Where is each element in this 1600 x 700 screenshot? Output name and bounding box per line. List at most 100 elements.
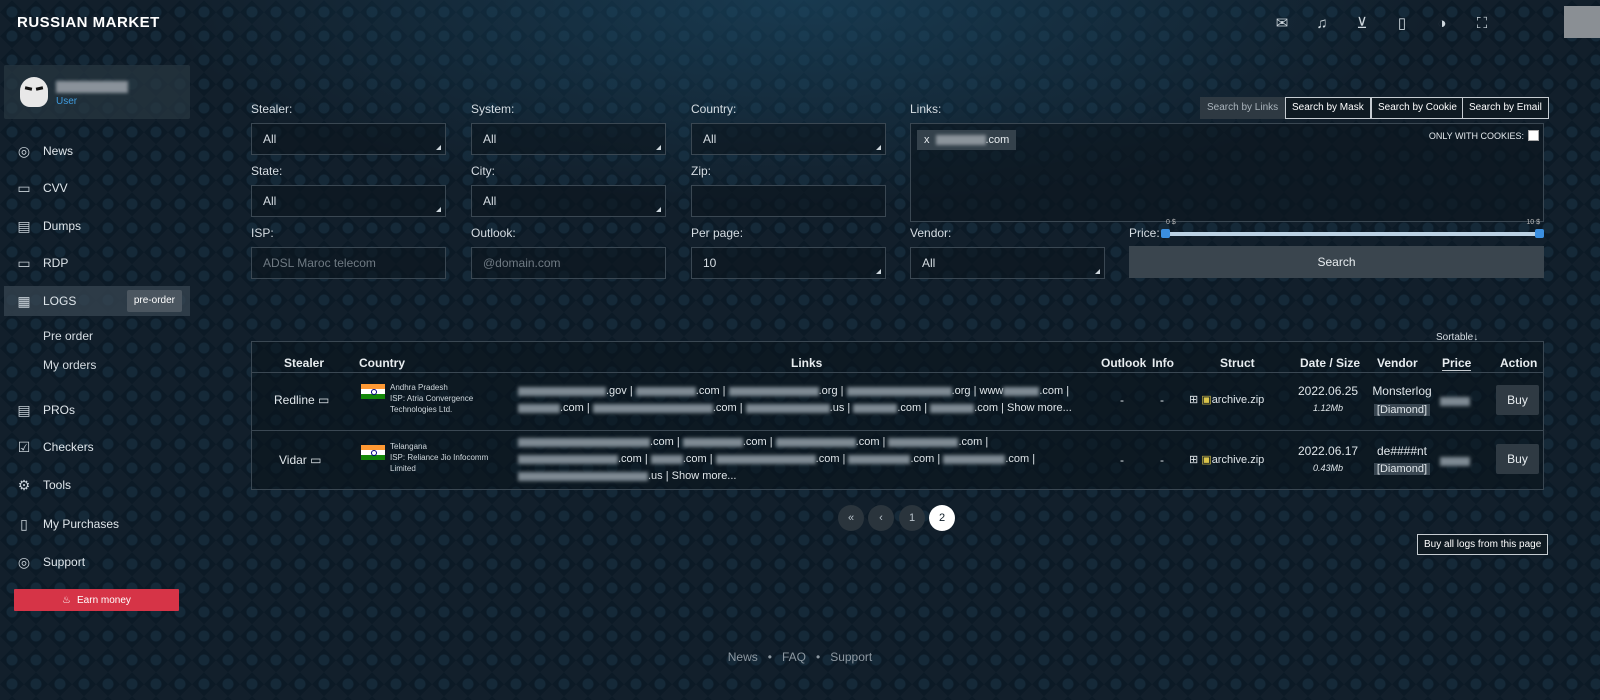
search-by-cookie-button[interactable]: Search by Cookie [1371,97,1464,119]
col-date-size: Date / Size [1300,356,1361,370]
pre-order-badge[interactable]: pre-order [126,290,182,312]
sidebar-item-label: My Purchases [43,517,120,531]
struct-file: archive.zip [1211,454,1265,466]
row1-country: Andhra Pradesh ISP: Atria Convergence Te… [390,382,473,415]
sidebar-item-tools[interactable]: ⚙ Tools [4,470,190,500]
state-label: State: [251,164,283,178]
country-label: Country: [691,102,737,116]
stealer-name: Vidar [279,453,307,467]
link-chip[interactable]: x .com [917,130,1017,150]
col-price-sortable[interactable]: Price [1442,356,1472,371]
support-icon: ◎ [17,553,31,570]
sidebar-item-label: Checkers [43,440,94,454]
earn-money-button[interactable]: ♨ Earn money [14,589,179,611]
page-1-button[interactable]: 1 [899,505,925,531]
show-more-link[interactable]: Show more... [672,470,737,482]
zip-field[interactable] [691,185,886,217]
row1-buy-button[interactable]: Buy [1496,385,1539,415]
desktop-icon: ▭ [310,453,322,467]
sidebar-item-cvv[interactable]: ▭ CVV [4,173,190,203]
account-avatar[interactable] [1564,6,1600,38]
row1-vendor[interactable]: Monsterlog [1366,384,1438,398]
country-select[interactable]: All [691,123,886,155]
redacted-domain [935,135,986,145]
row1-date: 2022.06.25 [1298,384,1359,398]
footer-news-link[interactable]: News [718,650,768,664]
search-by-email-button[interactable]: Search by Email [1462,97,1549,119]
sidebar-item-support[interactable]: ◎ Support [4,547,190,577]
bag-icon[interactable]: ▯ [1382,12,1422,34]
isp-field[interactable]: ADSL Maroc telecom [251,247,446,279]
outlook-label: Outlook: [471,226,516,240]
row2-struct[interactable]: ⊞ ▣archive.zip [1189,453,1264,466]
desktop-icon: ▭ [318,393,330,407]
sidebar-item-logs[interactable]: ▦ LOGS pre-order [4,286,190,316]
sidebar-item-label: News [43,144,74,158]
subnav-pre-order[interactable]: Pre order [43,329,93,343]
col-country: Country [359,356,405,370]
sidebar-item-rdp[interactable]: ▭ RDP [4,248,190,278]
row1-size: 1.12Mb [1312,403,1344,413]
cart-icon[interactable]: ⊻ [1342,12,1382,34]
only-with-cookies-checkbox[interactable] [1528,130,1539,141]
city-select[interactable]: All [471,185,666,217]
stealer-select[interactable]: All [251,123,446,155]
per-page-select[interactable]: 10 [691,247,886,279]
footer-faq-link[interactable]: FAQ [772,650,816,664]
bell-icon[interactable]: ♫ [1302,12,1342,34]
col-outlook: Outlook [1101,356,1147,370]
search-by-mask-button[interactable]: Search by Mask [1285,97,1371,119]
state-select[interactable]: All [251,185,446,217]
isp-line: ISP: Atria Convergence [390,394,474,403]
top-toolbar: ✉ ♫ ⊻ ▯ ◑ ⛶ [1262,12,1502,34]
avatar [20,77,48,107]
sidebar-item-label: Support [43,555,86,569]
sidebar-item-my-purchases[interactable]: ▯ My Purchases [4,509,190,539]
chip-remove-icon[interactable]: x [924,130,930,150]
col-info: Info [1152,356,1174,370]
palette-icon[interactable]: ◑ [1422,12,1462,34]
page-2-button[interactable]: 2 [929,505,955,531]
plus-icon[interactable]: ⊞ [1189,454,1198,466]
zip-label: Zip: [691,164,712,178]
vendor-select[interactable]: All [910,247,1105,279]
footer-support-link[interactable]: Support [820,650,882,664]
row1-struct[interactable]: ⊞ ▣archive.zip [1189,393,1264,406]
plus-icon[interactable]: ⊞ [1189,394,1198,406]
check-icon: ☑ [17,438,31,455]
region: Telangana [390,442,427,451]
india-flag-icon [361,384,385,399]
outlook-field[interactable]: @domain.com [471,247,666,279]
system-select[interactable]: All [471,123,666,155]
page-prev-button[interactable]: ‹ [868,505,894,531]
row2-outlook: - [1120,453,1124,467]
row2-buy-button[interactable]: Buy [1496,444,1539,474]
price-slider[interactable]: 0 $ 10 $ [1161,219,1544,238]
row-divider [252,430,1543,431]
show-more-link[interactable]: Show more... [1007,402,1072,414]
search-by-links-button[interactable]: Search by Links [1200,97,1286,119]
logs-table: Stealer Country Links Outlook Info Struc… [251,341,1544,490]
subnav-my-orders[interactable]: My orders [43,358,96,372]
row2-price [1440,454,1470,468]
price-min-label: 0 $ [1166,219,1176,226]
price-min-handle[interactable] [1161,229,1170,238]
price-max-handle[interactable] [1535,229,1544,238]
col-vendor: Vendor [1377,356,1418,370]
search-button[interactable]: Search [1129,246,1544,278]
fullscreen-icon[interactable]: ⛶ [1462,12,1502,34]
mail-icon[interactable]: ✉ [1262,12,1302,34]
brand-logo[interactable]: RUSSIAN MARKET [17,14,160,31]
earn-money-label: Earn money [77,594,131,606]
links-input[interactable]: x .com ONLY WITH COOKIES: [910,123,1544,222]
page-first-button[interactable]: « [838,505,864,531]
sidebar-item-news[interactable]: ◎ News [4,136,190,166]
isp-line: ISP: Reliance Jio Infocomm [390,453,489,462]
row2-info: - [1160,453,1164,467]
row2-vendor[interactable]: de####nt [1366,444,1438,458]
sidebar-item-label: PROs [43,403,76,417]
sidebar-item-checkers[interactable]: ☑ Checkers [4,432,190,462]
sidebar-item-pros[interactable]: ▤ PROs [4,395,190,425]
buy-all-logs-button[interactable]: Buy all logs from this page [1417,534,1549,555]
sidebar-item-dumps[interactable]: ▤ Dumps [4,211,190,241]
